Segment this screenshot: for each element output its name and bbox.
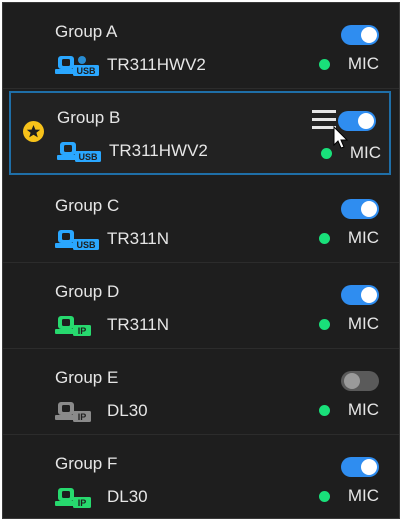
mic-label: MIC bbox=[347, 54, 379, 73]
mic-label: MIC bbox=[347, 314, 379, 333]
mic-status-dot bbox=[318, 404, 330, 416]
mic-status-dot bbox=[318, 232, 330, 244]
mic-status: MIC bbox=[318, 54, 379, 74]
device-model: DL30 bbox=[107, 487, 148, 506]
mic-label: MIC bbox=[349, 143, 381, 162]
group-name: Group B bbox=[57, 108, 121, 127]
device-info: USB TR311HWV2 bbox=[55, 53, 206, 77]
svg-text:USB: USB bbox=[78, 152, 98, 162]
group-name: Group A bbox=[55, 22, 118, 41]
usb-camera-icon: USB bbox=[55, 230, 99, 250]
group-name: Group D bbox=[55, 282, 120, 301]
device-info: IP TR311N bbox=[55, 313, 169, 337]
group-enable-toggle[interactable] bbox=[341, 199, 379, 219]
mic-status-dot bbox=[318, 58, 330, 70]
mic-status: MIC bbox=[318, 400, 379, 420]
mic-label: MIC bbox=[347, 400, 379, 419]
pointer-cursor-icon bbox=[333, 126, 349, 149]
device-info: IP DL30 bbox=[55, 485, 148, 509]
group-enable-toggle[interactable] bbox=[341, 371, 379, 391]
group-name: Group C bbox=[55, 196, 120, 215]
mic-label: MIC bbox=[347, 486, 379, 505]
group-row-f[interactable]: Group F IP DL30 MIC bbox=[3, 435, 399, 521]
group-enable-toggle[interactable] bbox=[341, 285, 379, 305]
svg-text:IP: IP bbox=[78, 326, 87, 336]
device-info: USB TR311HWV2 bbox=[57, 139, 208, 163]
group-name: Group F bbox=[55, 454, 118, 473]
group-row-c[interactable]: Group C USB TR311N MIC bbox=[3, 177, 399, 263]
group-row-b[interactable]: Group B USB TR311HWV2 MIC bbox=[9, 91, 391, 175]
star-icon[interactable] bbox=[23, 121, 44, 142]
group-enable-toggle[interactable] bbox=[341, 25, 379, 45]
device-model: TR311HWV2 bbox=[107, 55, 206, 74]
group-row-a[interactable]: Group A USB TR311HWV2 MIC bbox=[3, 3, 399, 89]
device-info: USB TR311N bbox=[55, 227, 169, 251]
mic-status: MIC bbox=[318, 314, 379, 334]
group-enable-toggle[interactable] bbox=[341, 457, 379, 477]
usb-camera-icon: USB bbox=[57, 142, 101, 162]
mic-label: MIC bbox=[347, 228, 379, 247]
mic-status: MIC bbox=[320, 143, 381, 163]
svg-text:USB: USB bbox=[76, 240, 96, 250]
ip-camera-icon: IP bbox=[55, 488, 91, 508]
device-model: DL30 bbox=[107, 401, 148, 420]
device-model: TR311N bbox=[107, 229, 170, 248]
svg-text:USB: USB bbox=[76, 66, 96, 76]
usb-camera-icon: USB bbox=[55, 56, 99, 76]
device-model: TR311HWV2 bbox=[109, 141, 208, 160]
svg-text:IP: IP bbox=[78, 498, 87, 508]
group-row-e[interactable]: Group E IP DL30 MIC bbox=[3, 349, 399, 435]
mic-status-dot bbox=[318, 318, 330, 330]
device-info: IP DL30 bbox=[55, 399, 148, 423]
svg-text:IP: IP bbox=[78, 412, 87, 422]
ip-camera-icon: IP bbox=[55, 402, 91, 422]
mic-status-dot bbox=[318, 490, 330, 502]
group-name: Group E bbox=[55, 368, 119, 387]
mic-status: MIC bbox=[318, 228, 379, 248]
ip-camera-icon: IP bbox=[55, 316, 91, 336]
group-row-d[interactable]: Group D IP TR311N MIC bbox=[3, 263, 399, 349]
mic-status: MIC bbox=[318, 486, 379, 506]
group-list-panel: Group A USB TR311HWV2 MIC Group B USB TR… bbox=[2, 2, 400, 519]
mic-status-dot bbox=[320, 147, 332, 159]
device-model: TR311N bbox=[107, 315, 170, 334]
